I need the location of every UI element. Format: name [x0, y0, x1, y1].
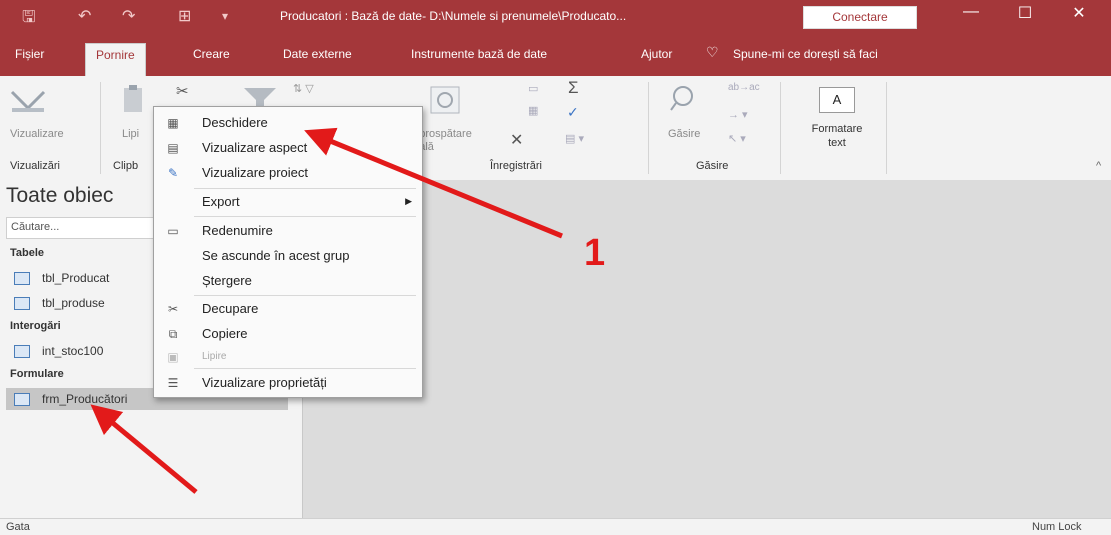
annotation-step-number: 1 — [584, 232, 606, 274]
annotation-arrow-form — [90, 404, 198, 494]
annotation-arrows — [90, 127, 563, 494]
annotation-arrow-open — [304, 127, 563, 239]
